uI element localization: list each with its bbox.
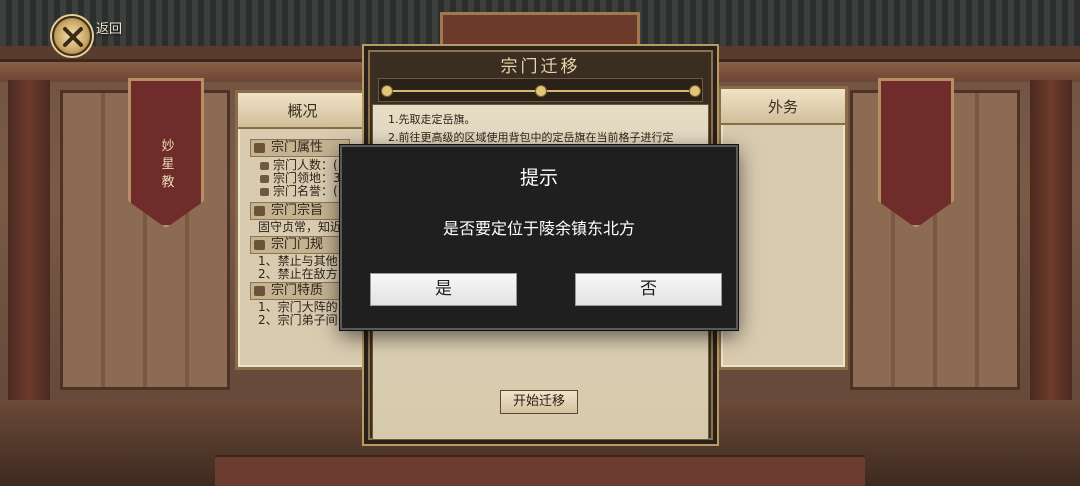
yes-button[interactable]: 是 xyxy=(370,273,517,306)
start-migration-button[interactable]: 开始迁移 xyxy=(500,390,578,414)
section-sect-tenet: 宗门宗旨 xyxy=(250,202,350,220)
tab-foreign-affairs[interactable]: 外务 xyxy=(721,89,845,125)
migration-step: 2.前往更高级的区域使用背包中的定岳旗在当前格子进行定 xyxy=(388,131,674,144)
progress-node xyxy=(689,85,701,97)
section-sect-rules: 宗门门规 xyxy=(250,236,350,254)
dialog-title: 提示 xyxy=(519,167,558,189)
back-label[interactable]: 返回 xyxy=(96,18,122,37)
progress-node xyxy=(381,85,393,97)
rules-icon xyxy=(254,240,265,250)
section-sect-traits: 宗门特质 xyxy=(250,282,350,300)
section-sect-attributes: 宗门属性 xyxy=(250,139,350,157)
rule-line: 2、禁止在敌方 xyxy=(258,267,338,281)
migration-step: 1.先取走定岳旗。 xyxy=(388,113,476,126)
reputation-icon xyxy=(260,187,269,196)
close-icon xyxy=(63,27,83,47)
confirm-dialog: 提示 是否要定位于陵余镇东北方 是 否 xyxy=(340,145,738,330)
progress-node xyxy=(535,85,547,97)
attribute-line: 宗门名誉：( xyxy=(260,185,338,198)
tenet-icon xyxy=(254,206,265,216)
no-button[interactable]: 否 xyxy=(575,273,722,306)
banner-text: 妙星教 xyxy=(161,139,175,190)
migration-title: 宗门迁移 xyxy=(500,57,581,77)
tab-overview[interactable]: 概况 xyxy=(238,93,367,129)
attributes-icon xyxy=(254,143,265,153)
sect-banner-right xyxy=(878,78,954,228)
members-icon xyxy=(260,161,269,170)
trait-line: 2、宗门弟子间 xyxy=(258,313,338,327)
migration-progress xyxy=(378,78,703,102)
territory-icon xyxy=(260,174,269,183)
back-button[interactable] xyxy=(52,16,92,56)
dialog-message: 是否要定位于陵余镇东北方 xyxy=(442,219,635,238)
traits-icon xyxy=(254,286,265,296)
tenet-line: 固守贞常，知近 xyxy=(258,220,343,234)
